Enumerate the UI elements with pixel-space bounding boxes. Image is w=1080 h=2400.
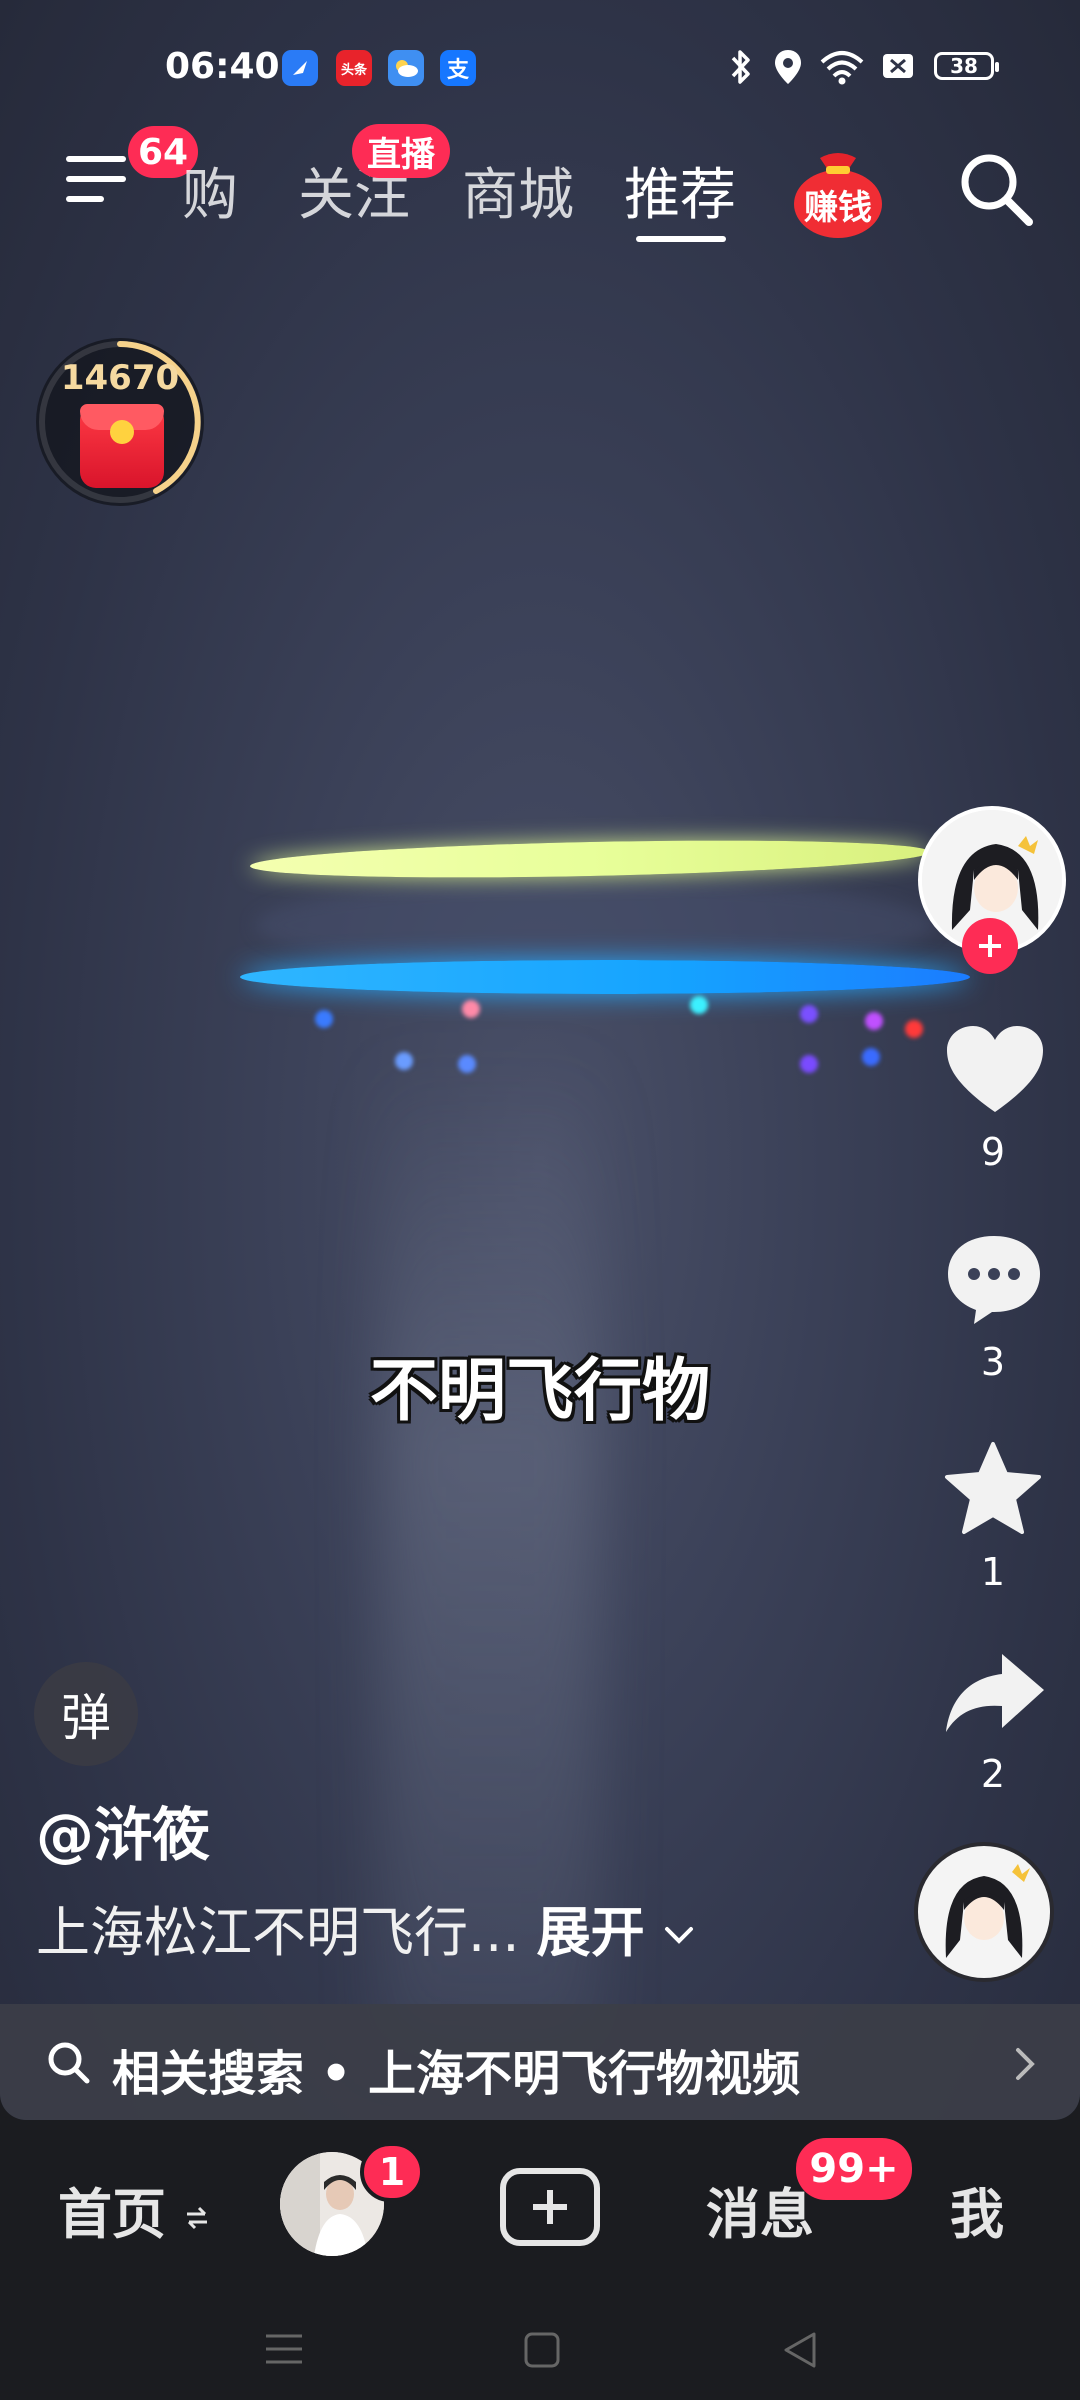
weather-app-icon [388,50,424,86]
like-heart-icon[interactable] [943,1022,1047,1118]
status-time: 06:40 [165,46,280,87]
nav-me[interactable]: 我 [950,2170,1004,2249]
favorite-star-icon[interactable] [942,1440,1044,1538]
related-search-text: 相关搜索 • 上海不明飞行物视频 [112,2034,800,2104]
search-icon [48,2042,90,2084]
share-arrow-icon[interactable] [942,1650,1046,1736]
menu-icon[interactable] [66,156,126,216]
no-sim-icon [883,54,913,78]
ufo-light [315,1010,333,1028]
earn-label: 赚钱 [804,188,872,228]
ufo-light [862,1048,880,1066]
author-name[interactable]: @浒筱 [36,1788,210,1872]
battery-indicator: 38 [934,52,999,80]
nav-home-label: 首页 [58,2183,166,2246]
create-post-button[interactable] [500,2168,600,2246]
ufo-body [255,880,935,970]
tab-recommend[interactable]: 推荐 [624,150,736,231]
follow-button[interactable] [962,918,1018,974]
recent-apps-icon[interactable] [262,2330,306,2368]
ufo-light [800,1005,818,1023]
active-tab-indicator [636,236,726,242]
red-packet-icon [80,404,164,488]
tab-mall[interactable]: 商城 [462,150,574,231]
switch-arrows-icon [186,2207,207,2230]
nav-home[interactable]: 首页 [58,2170,209,2249]
video-description[interactable]: 上海松江不明飞行... 展开 [36,1888,696,1967]
favorite-count: 1 [980,1550,1006,1594]
comment-count: 3 [980,1340,1006,1384]
ufo-top-ring [249,834,931,884]
chevron-down-icon [664,1927,693,1945]
chevron-right-icon [1016,2048,1035,2080]
location-icon [775,50,801,84]
music-disc-avatar[interactable] [914,1842,1054,1982]
expand-link[interactable]: 展开 [537,1901,645,1964]
ufo-light [800,1055,818,1073]
home-square-icon[interactable] [522,2330,562,2370]
share-count: 2 [980,1752,1006,1796]
plus-icon [979,935,1001,957]
related-search-bar[interactable]: 相关搜索 • 上海不明飞行物视频 [0,2004,1080,2120]
coin-count: 14670 [60,358,180,398]
plus-icon [533,2190,567,2224]
live-badge: 直播 [352,124,450,178]
description-text: 上海松江不明飞行... [36,1901,520,1964]
alipay-app-icon: 支 [440,50,476,86]
ufo-light [395,1052,413,1070]
status-bar: 06:40 头条 支 38 [0,0,1080,130]
system-navigation-bar [0,2290,1080,2400]
earn-money-button[interactable]: 赚钱 [790,148,886,238]
ufo-light [462,1000,480,1018]
ufo-light [458,1055,476,1073]
dot-separator: • [304,2046,369,2102]
tab-shopping[interactable]: 购 [182,150,238,231]
danmu-toggle[interactable]: 弹 [34,1662,138,1766]
friends-badge: 1 [360,2142,424,2202]
ufo-light [865,1012,883,1030]
messages-badge: 99+ [796,2138,912,2200]
ufo-light [905,1020,923,1038]
browser-app-icon [282,50,318,86]
like-count: 9 [980,1130,1006,1174]
ufo-light [690,996,708,1014]
red-packet-timer[interactable]: 14670 [36,338,204,506]
related-search-prefix: 相关搜索 [112,2046,305,2102]
wifi-icon [820,51,864,85]
ufo-bottom-ring [240,960,970,994]
bluetooth-icon [731,50,750,84]
related-search-query: 上海不明飞行物视频 [368,2046,801,2102]
comment-icon[interactable] [944,1232,1044,1326]
toutiao-app-icon: 头条 [336,50,372,86]
music-disc-illustration [918,1846,1050,1978]
search-icon[interactable] [955,148,1039,232]
back-triangle-icon[interactable] [780,2328,820,2372]
